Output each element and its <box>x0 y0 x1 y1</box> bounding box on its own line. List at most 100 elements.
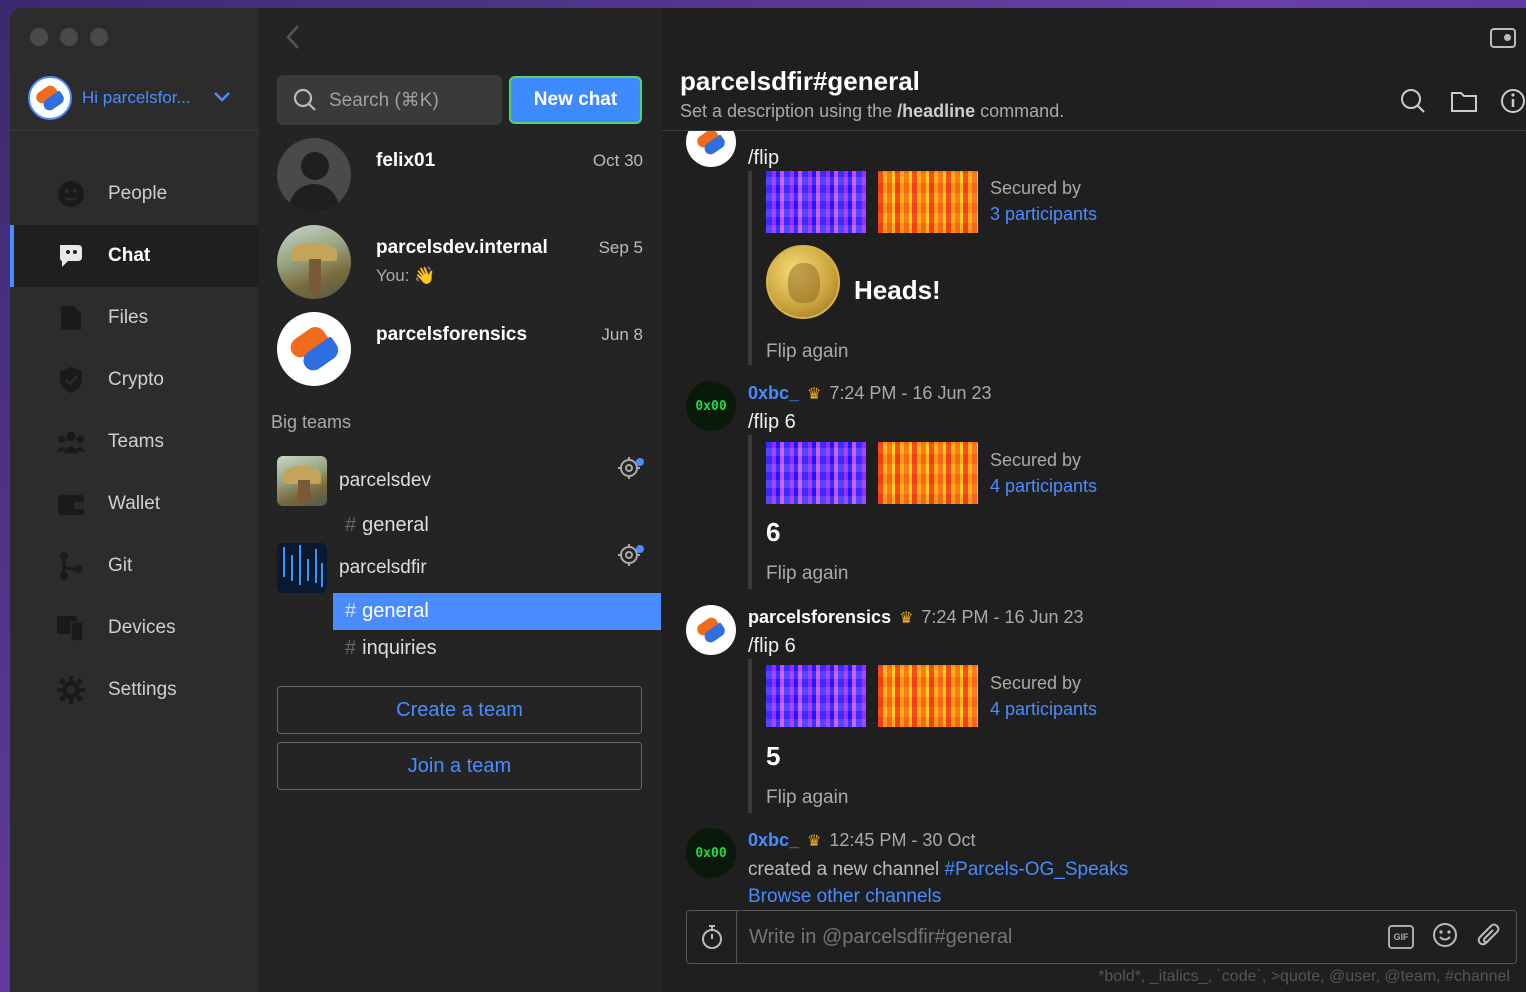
search-input[interactable]: Search (⌘K) <box>277 75 502 125</box>
sidebar-item-people[interactable]: People <box>10 163 259 225</box>
gear-icon <box>56 675 86 705</box>
zoom-window-button[interactable] <box>90 28 108 46</box>
emoji-icon[interactable] <box>1432 922 1458 953</box>
paperclip-icon[interactable] <box>1476 922 1502 953</box>
message-input[interactable] <box>737 925 1388 949</box>
conversation-pane: parcelsdfir#general Set a description us… <box>662 8 1526 992</box>
account-label: Hi parcelsfor... <box>82 88 191 107</box>
channel-name: inquiries <box>362 637 437 659</box>
message-timestamp: 7:24 PM - 16 Jun 23 <box>829 383 992 403</box>
parcels-logo-icon <box>282 317 346 381</box>
stopwatch-icon <box>701 925 722 949</box>
folder-icon[interactable] <box>1450 88 1477 114</box>
gif-icon[interactable]: GIF <box>1388 925 1414 949</box>
message-timestamp: 7:24 PM - 16 Jun 23 <box>921 607 1084 627</box>
join-team-button[interactable]: Join a team <box>277 742 642 790</box>
message-header: 0xbc_ ♛ 7:24 PM - 16 Jun 23 <box>748 383 992 404</box>
team-item-parcelsdev[interactable]: parcelsdev <box>277 456 647 506</box>
channel-title: parcelsdfir#general <box>680 66 920 96</box>
parcels-logo-icon <box>692 131 731 161</box>
flip-result-block: Secured by 4 participants 5 Flip again <box>748 659 1148 813</box>
message-author[interactable]: parcelsforensics <box>748 607 891 628</box>
avatar: 0x00 <box>686 828 736 878</box>
account-avatar <box>28 76 72 120</box>
team-settings-gear-icon[interactable] <box>617 456 644 486</box>
back-arrow-icon[interactable] <box>285 24 301 57</box>
conversation-snippet: You: 👋 <box>376 266 436 285</box>
conversation-date: Sep 5 <box>598 238 643 257</box>
sidebar-item-chat[interactable]: Chat <box>10 225 259 287</box>
search-icon[interactable] <box>1400 88 1426 114</box>
browse-channels-link[interactable]: Browse other channels <box>748 886 941 903</box>
message-author[interactable]: 0xbc_ <box>748 830 799 851</box>
sidebar-item-files[interactable]: Files <box>10 287 259 349</box>
header-actions <box>1400 88 1526 114</box>
flip-again-link[interactable]: Flip again <box>766 563 848 585</box>
participants-link[interactable]: 4 participants <box>990 696 1097 722</box>
team-avatar <box>277 543 327 593</box>
secured-by-text: Secured by <box>990 673 1082 693</box>
flip-again-link[interactable]: Flip again <box>766 341 848 363</box>
exploding-timer-button[interactable] <box>687 911 737 963</box>
minimize-window-button[interactable] <box>60 28 78 46</box>
avatar <box>277 312 351 386</box>
channel-item-parcelsdfir-general[interactable]: # general <box>333 593 661 630</box>
sidebar-item-wallet[interactable]: Wallet <box>10 473 259 535</box>
teams-icon <box>56 427 86 457</box>
sidebar-item-label: Settings <box>108 679 177 700</box>
sidebar-item-label: Files <box>108 307 149 328</box>
flip-result: 6 <box>766 517 781 547</box>
sidebar-item-settings[interactable]: Settings <box>10 659 259 721</box>
composer-actions: GIF <box>1388 922 1516 953</box>
channel-link[interactable]: #Parcels-OG_Speaks <box>944 859 1128 880</box>
channel-item-parcelsdev-general[interactable]: # general <box>333 507 661 544</box>
message-author[interactable]: 0xbc_ <box>748 383 799 404</box>
flip-result-block: Secured by 3 participants Heads! Flip ag… <box>748 171 1148 365</box>
new-chat-button[interactable]: New chat <box>509 76 642 124</box>
message-timestamp: 12:45 PM - 30 Oct <box>829 830 976 850</box>
sidebar-item-label: Crypto <box>108 369 164 390</box>
message-composer: GIF <box>686 910 1517 964</box>
channel-item-parcelsdfir-inquiries[interactable]: # inquiries <box>333 630 661 667</box>
team-item-parcelsdfir[interactable]: parcelsdfir <box>277 543 647 593</box>
crown-icon: ♛ <box>807 832 822 850</box>
avatar: 0x00 <box>686 381 736 431</box>
big-teams-heading: Big teams <box>271 412 352 432</box>
create-team-button[interactable]: Create a team <box>277 686 642 734</box>
secured-by-label: Secured by 3 participants <box>990 175 1097 227</box>
participants-link[interactable]: 4 participants <box>990 473 1097 499</box>
message-text: /flip <box>748 147 780 169</box>
avatar <box>277 225 351 299</box>
notification-dot <box>636 458 644 466</box>
close-window-button[interactable] <box>30 28 48 46</box>
commitment-signature-image <box>766 665 866 727</box>
nav-list: People Chat Files Crypto Teams Wallet Gi… <box>10 163 259 721</box>
channel-name: general <box>362 514 429 536</box>
notification-dot <box>636 545 644 553</box>
radio-icon[interactable] <box>1490 28 1516 48</box>
sidebar-item-devices[interactable]: Devices <box>10 597 259 659</box>
avatar <box>686 131 736 167</box>
gold-coin-heads-icon <box>766 245 840 319</box>
team-settings-gear-icon[interactable] <box>617 543 644 573</box>
sidebar-item-git[interactable]: Git <box>10 535 259 597</box>
devices-icon <box>56 613 86 643</box>
participants-link[interactable]: 3 participants <box>990 201 1097 227</box>
message-feed[interactable]: /flip Secured by 3 participants Heads! F… <box>662 131 1526 903</box>
flip-result: 5 <box>766 741 781 771</box>
sidebar-item-crypto[interactable]: Crypto <box>10 349 259 411</box>
conversation-list: Search (⌘K) New chat felix01 Oct 30 parc… <box>259 8 662 992</box>
sidebar-item-label: Chat <box>108 245 151 266</box>
description-text: command. <box>975 101 1065 121</box>
sidebar-item-label: Devices <box>108 617 176 638</box>
info-icon[interactable] <box>1500 88 1526 114</box>
flip-result: Heads! <box>854 275 941 305</box>
conversation-date: Oct 30 <box>592 151 643 170</box>
parcels-logo-icon <box>31 79 70 118</box>
sidebar-item-teams[interactable]: Teams <box>10 411 259 473</box>
account-switcher[interactable]: Hi parcelsfor... <box>28 76 231 120</box>
secured-by-label: Secured by 4 participants <box>990 447 1097 499</box>
flip-again-link[interactable]: Flip again <box>766 787 848 809</box>
channel-description: Set a description using the /headline co… <box>680 101 1064 122</box>
formatting-hint: *bold*, _italics_, `code`, >quote, @user… <box>1098 968 1510 985</box>
